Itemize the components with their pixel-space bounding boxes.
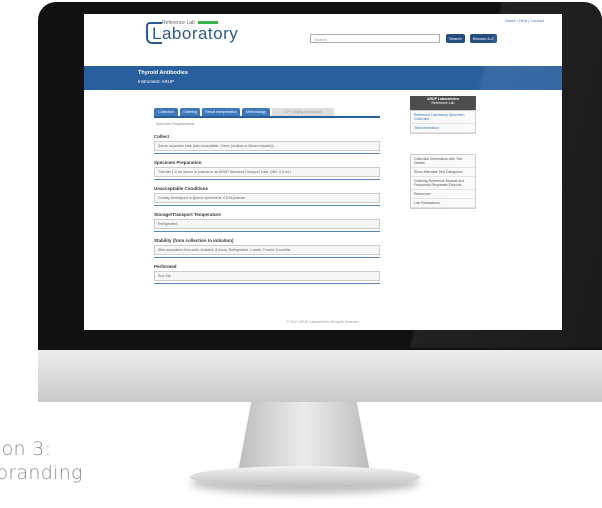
section-divider (154, 179, 380, 180)
section-title: Collect (154, 134, 170, 139)
monitor-chin (38, 350, 602, 402)
sidebar-header-sub: Reference Lab (431, 101, 455, 105)
browse-button[interactable]: Browse A-Z (470, 34, 497, 43)
site-header: Reference Lab Laboratory About | Help | … (84, 14, 562, 54)
tab-cpt-billing[interactable]: CPT / Billing Information (272, 108, 334, 116)
section-title: Performed (154, 264, 177, 269)
section-collect: Collect Serum separator tube (also accep… (154, 134, 380, 154)
section-title: Stability (from collection to initiation… (154, 238, 234, 243)
sidebar-header: ARUP Laboratories Reference Lab (410, 96, 476, 110)
section-divider (154, 231, 380, 232)
sidebar-menu-item[interactable]: Ordering Reference Manual and Frequently… (411, 177, 475, 190)
section-storage-temperature: Storage/Transport Temperature Refrigerat… (154, 212, 380, 232)
section-value: Grossly hemolyzed or lipemic specimens. … (154, 193, 380, 203)
tab-methodology[interactable]: Methodology (242, 108, 270, 116)
site-footer: © 2017 ARUP Laboratories. All rights res… (286, 320, 360, 324)
section-value: Serum separator tube (also acceptable: G… (154, 141, 380, 151)
section-stability: Stability (from collection to initiation… (154, 238, 380, 258)
monitor-stand-base (190, 466, 420, 488)
page-subtitle: Instrument: ARUP (138, 79, 175, 84)
search-button[interactable]: Search (446, 34, 465, 43)
section-divider (154, 205, 380, 206)
section-unacceptable-conditions: Unacceptable Conditions Grossly hemolyze… (154, 186, 380, 206)
section-value: Transfer 1.0 mL serum or plasma to an AR… (154, 167, 380, 177)
section-divider (154, 257, 380, 258)
section-divider (154, 153, 380, 154)
site-logo[interactable]: Reference Lab Laboratory (146, 20, 238, 44)
section-divider (154, 283, 380, 284)
section-subtitle: Specimen Requirements (156, 122, 195, 126)
sidebar-menu: Collection Information with Test Details… (410, 154, 476, 209)
sidebar-panel: ARUP Laboratories Reference Lab Referenc… (410, 96, 476, 134)
section-title: Storage/Transport Temperature (154, 212, 221, 217)
sidebar-menu-item[interactable]: Show Alternate Test Categories (411, 168, 475, 177)
sidebar-link[interactable]: Reference Laboratory Specimen Collection (411, 111, 475, 124)
tab-collection[interactable]: Collection (154, 108, 178, 116)
search-input[interactable]: Search (310, 34, 440, 43)
logo-wordmark: Laboratory (152, 24, 239, 43)
section-title: Unacceptable Conditions (154, 186, 209, 191)
section-value: Refrigerated. (154, 219, 380, 229)
caption-line-1: ion 3: (0, 438, 52, 460)
sidebar-menu-item[interactable]: Lab Publications (411, 199, 475, 208)
monitor-stand-neck (238, 402, 370, 472)
sidebar-links: Reference Laboratory Specimen Collection… (410, 110, 476, 134)
sidebar-menu-item[interactable]: Collection Information with Test Details (411, 155, 475, 168)
sidebar-link[interactable]: Test Information (411, 124, 475, 133)
section-value: Sun-Sat (154, 271, 380, 281)
page-title: Thyroid Antibodies (138, 70, 188, 76)
monitor-screen: Reference Lab Laboratory About | Help | … (84, 14, 562, 330)
tab-underline (154, 116, 380, 118)
tab-ordering[interactable]: Ordering (180, 108, 200, 116)
section-value: After separation from cells: Ambient: 8 … (154, 245, 380, 255)
section-specimen-preparation: Specimen Preparation Transfer 1.0 mL ser… (154, 160, 380, 180)
section-performed: Performed Sun-Sat (154, 264, 380, 284)
microscope-logo-icon (146, 22, 162, 44)
section-title: Specimen Preparation (154, 160, 202, 165)
caption-line-2: branding (0, 462, 83, 484)
top-links[interactable]: About | Help | Contact (505, 18, 544, 23)
sidebar-menu-item[interactable]: Resources (411, 190, 475, 199)
tab-result-interpretation[interactable]: Result Interpretation (202, 108, 240, 116)
